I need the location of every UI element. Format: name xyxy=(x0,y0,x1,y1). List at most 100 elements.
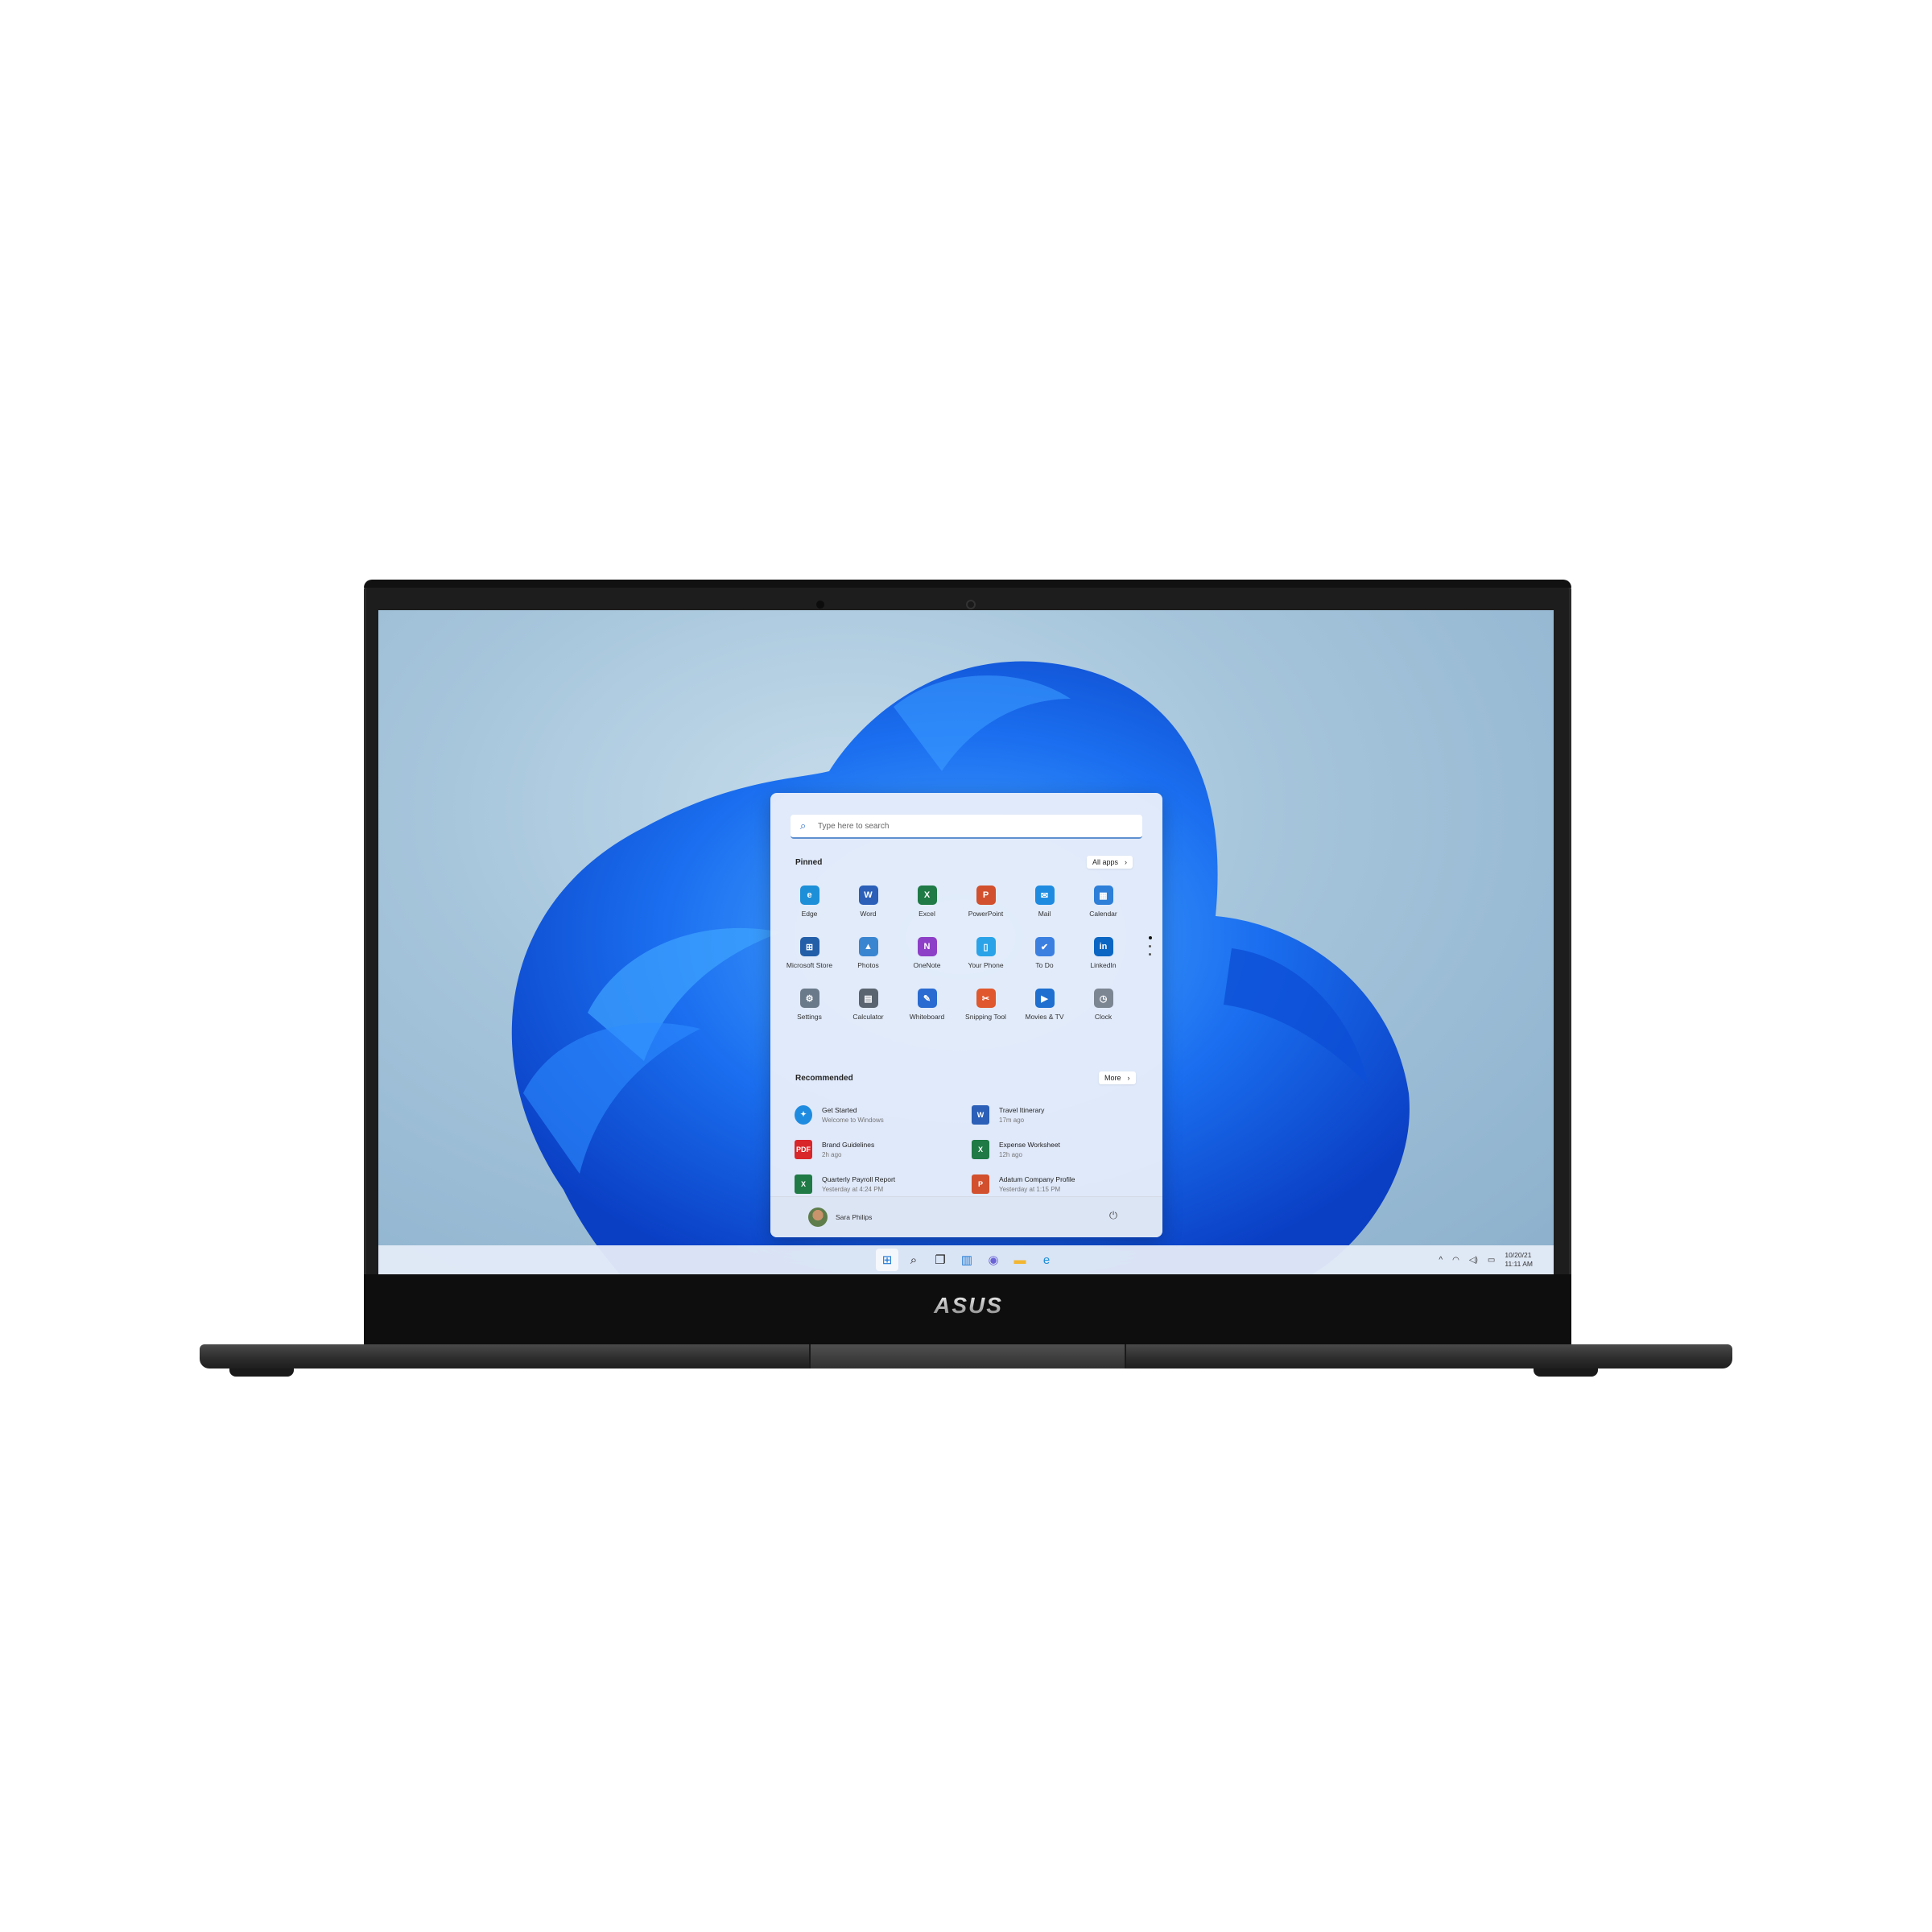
pinned-app[interactable]: ✉ Mail xyxy=(1015,884,1074,935)
screen: ⌕ Type here to search Pinned All apps › … xyxy=(378,610,1554,1274)
volume-icon[interactable]: ◁) xyxy=(1469,1256,1478,1265)
start-menu-footer: Sara Philips ⏻ xyxy=(770,1196,1162,1237)
pinned-app[interactable]: e Edge xyxy=(780,884,839,935)
clock-icon: ◷ xyxy=(1093,989,1113,1008)
pinned-app-label: Edge xyxy=(801,910,818,918)
edge-icon: e xyxy=(799,886,819,905)
settings-icon: ⚙ xyxy=(799,989,819,1008)
recommended-item-text: Travel Itinerary 17m ago xyxy=(999,1106,1044,1124)
word-doc-icon: W xyxy=(972,1104,989,1125)
onenote-icon: N xyxy=(917,937,937,956)
time-label: 11:11 AM xyxy=(1505,1260,1533,1268)
photos-icon: ▲ xyxy=(858,937,878,956)
recommended-item-subtitle: Welcome to Windows xyxy=(822,1116,884,1124)
file-explorer-button[interactable]: ▬ xyxy=(1009,1249,1031,1271)
pinned-title: Pinned xyxy=(795,858,823,867)
left-foot xyxy=(229,1368,294,1377)
task-view-button[interactable]: ❐ xyxy=(929,1249,952,1271)
battery-icon[interactable]: ▭ xyxy=(1488,1256,1495,1265)
recommended-item-title: Adatum Company Profile xyxy=(999,1174,1075,1183)
pinned-app[interactable]: ▶ Movies & TV xyxy=(1015,987,1074,1038)
recommended-item-subtitle: 2h ago xyxy=(822,1150,842,1158)
linkedin-icon: in xyxy=(1093,937,1113,956)
recommended-item[interactable]: PDF Brand Guidelines 2h ago xyxy=(795,1132,972,1166)
pinned-app[interactable]: ▦ Calendar xyxy=(1074,884,1133,935)
widgets-button[interactable]: ▥ xyxy=(956,1249,978,1271)
pinned-app-label: Photos xyxy=(857,961,879,969)
recommended-item[interactable]: X Expense Worksheet 12h ago xyxy=(972,1132,1125,1166)
pinned-apps-grid: e Edge W Word X Excel P PowerPoint ✉ Mail ▦ Calenda… xyxy=(780,884,1134,1038)
excel-icon: X xyxy=(917,886,937,905)
pinned-app-label: LinkedIn xyxy=(1090,961,1117,969)
word-icon: W xyxy=(858,886,878,905)
pinned-app[interactable]: X Excel xyxy=(898,884,956,935)
pinned-app-label: Mail xyxy=(1038,910,1051,918)
recommended-title: Recommended xyxy=(795,1074,853,1083)
power-icon[interactable]: ⏻ xyxy=(1108,1210,1119,1221)
powerpoint-icon: P xyxy=(976,886,996,905)
pinned-app[interactable]: ▤ Calculator xyxy=(839,987,898,1038)
recommended-item[interactable]: ✦ Get Started Welcome to Windows xyxy=(795,1097,972,1132)
movies-icon: ▶ xyxy=(1034,989,1055,1008)
pinned-app[interactable]: W Word xyxy=(839,884,898,935)
pinned-app-label: Your Phone xyxy=(968,961,1004,969)
pinned-app[interactable]: ⊞ Microsoft Store xyxy=(780,935,839,987)
recommended-item-subtitle: Yesterday at 1:15 PM xyxy=(999,1185,1061,1193)
snipping-tool-icon: ✂ xyxy=(976,989,996,1008)
lid-hinge-lip xyxy=(364,580,1571,588)
asus-logo: ASUS xyxy=(924,1294,1013,1317)
recommended-item-subtitle: 17m ago xyxy=(999,1116,1025,1124)
calculator-icon: ▤ xyxy=(858,989,878,1008)
pinned-app[interactable]: ✎ Whiteboard xyxy=(898,987,956,1038)
recommended-item-title: Quarterly Payroll Report xyxy=(822,1174,896,1183)
webcam xyxy=(966,600,976,609)
start-menu: ⌕ Type here to search Pinned All apps › … xyxy=(770,793,1162,1237)
all-apps-button[interactable]: All apps › xyxy=(1087,856,1133,869)
excel-doc-icon: X xyxy=(972,1139,989,1159)
whiteboard-icon: ✎ xyxy=(917,989,937,1008)
pinned-app[interactable]: ◷ Clock xyxy=(1074,987,1133,1038)
start-button[interactable]: ⊞ xyxy=(876,1249,898,1271)
page-dot[interactable] xyxy=(1149,936,1152,939)
pinned-app-label: Excel xyxy=(919,910,935,918)
edge-button[interactable]: e xyxy=(1035,1249,1058,1271)
recommended-item-title: Brand Guidelines xyxy=(822,1140,875,1149)
more-label: More xyxy=(1104,1074,1121,1082)
page-dot[interactable] xyxy=(1149,953,1151,956)
recommended-item-subtitle: 12h ago xyxy=(999,1150,1022,1158)
pinned-page-indicator[interactable] xyxy=(1149,936,1152,961)
get-started-icon: ✦ xyxy=(795,1104,812,1125)
show-hidden-icons-chevron-icon[interactable]: ^ xyxy=(1439,1256,1443,1265)
taskbar: ⊞ ⌕ ❐ ▥ ◉ ▬ e ^ ◠ ◁) ▭ 10/20/21 11:11 AM xyxy=(378,1245,1554,1274)
pinned-app[interactable]: ▯ Your Phone xyxy=(956,935,1015,987)
pinned-app[interactable]: ⚙ Settings xyxy=(780,987,839,1038)
todo-icon: ✔ xyxy=(1034,937,1055,956)
pinned-app[interactable]: N OneNote xyxy=(898,935,956,987)
pdf-icon: PDF xyxy=(795,1139,812,1159)
clock[interactable]: 10/20/21 11:11 AM xyxy=(1505,1251,1542,1269)
search-icon: ⌕ xyxy=(800,819,807,832)
search-box[interactable]: ⌕ Type here to search xyxy=(791,815,1142,839)
pinned-app-label: Word xyxy=(860,910,877,918)
system-tray: ^ ◠ ◁) ▭ 10/20/21 11:11 AM xyxy=(1439,1245,1542,1274)
user-name[interactable]: Sara Philips xyxy=(836,1213,872,1221)
pinned-app-label: Settings xyxy=(797,1013,822,1021)
pinned-app[interactable]: in LinkedIn xyxy=(1074,935,1133,987)
recommended-item-title: Travel Itinerary xyxy=(999,1105,1045,1114)
chat-button[interactable]: ◉ xyxy=(982,1249,1005,1271)
pinned-app[interactable]: P PowerPoint xyxy=(956,884,1015,935)
pinned-app[interactable]: ✔ To Do xyxy=(1015,935,1074,987)
pinned-app[interactable]: ▲ Photos xyxy=(839,935,898,987)
recommended-item[interactable]: W Travel Itinerary 17m ago xyxy=(972,1097,1125,1132)
pinned-app[interactable]: ✂ Snipping Tool xyxy=(956,987,1015,1038)
phone-icon: ▯ xyxy=(976,937,996,956)
avatar[interactable] xyxy=(808,1208,828,1227)
excel-doc-icon: X xyxy=(795,1174,812,1194)
wifi-icon[interactable]: ◠ xyxy=(1452,1256,1459,1265)
all-apps-label: All apps xyxy=(1092,858,1119,866)
more-button[interactable]: More › xyxy=(1099,1071,1136,1084)
search-button[interactable]: ⌕ xyxy=(902,1249,925,1271)
recommended-item-text: Get Started Welcome to Windows xyxy=(822,1106,884,1124)
pinned-app-label: Clock xyxy=(1094,1013,1113,1021)
page-dot[interactable] xyxy=(1149,945,1151,947)
